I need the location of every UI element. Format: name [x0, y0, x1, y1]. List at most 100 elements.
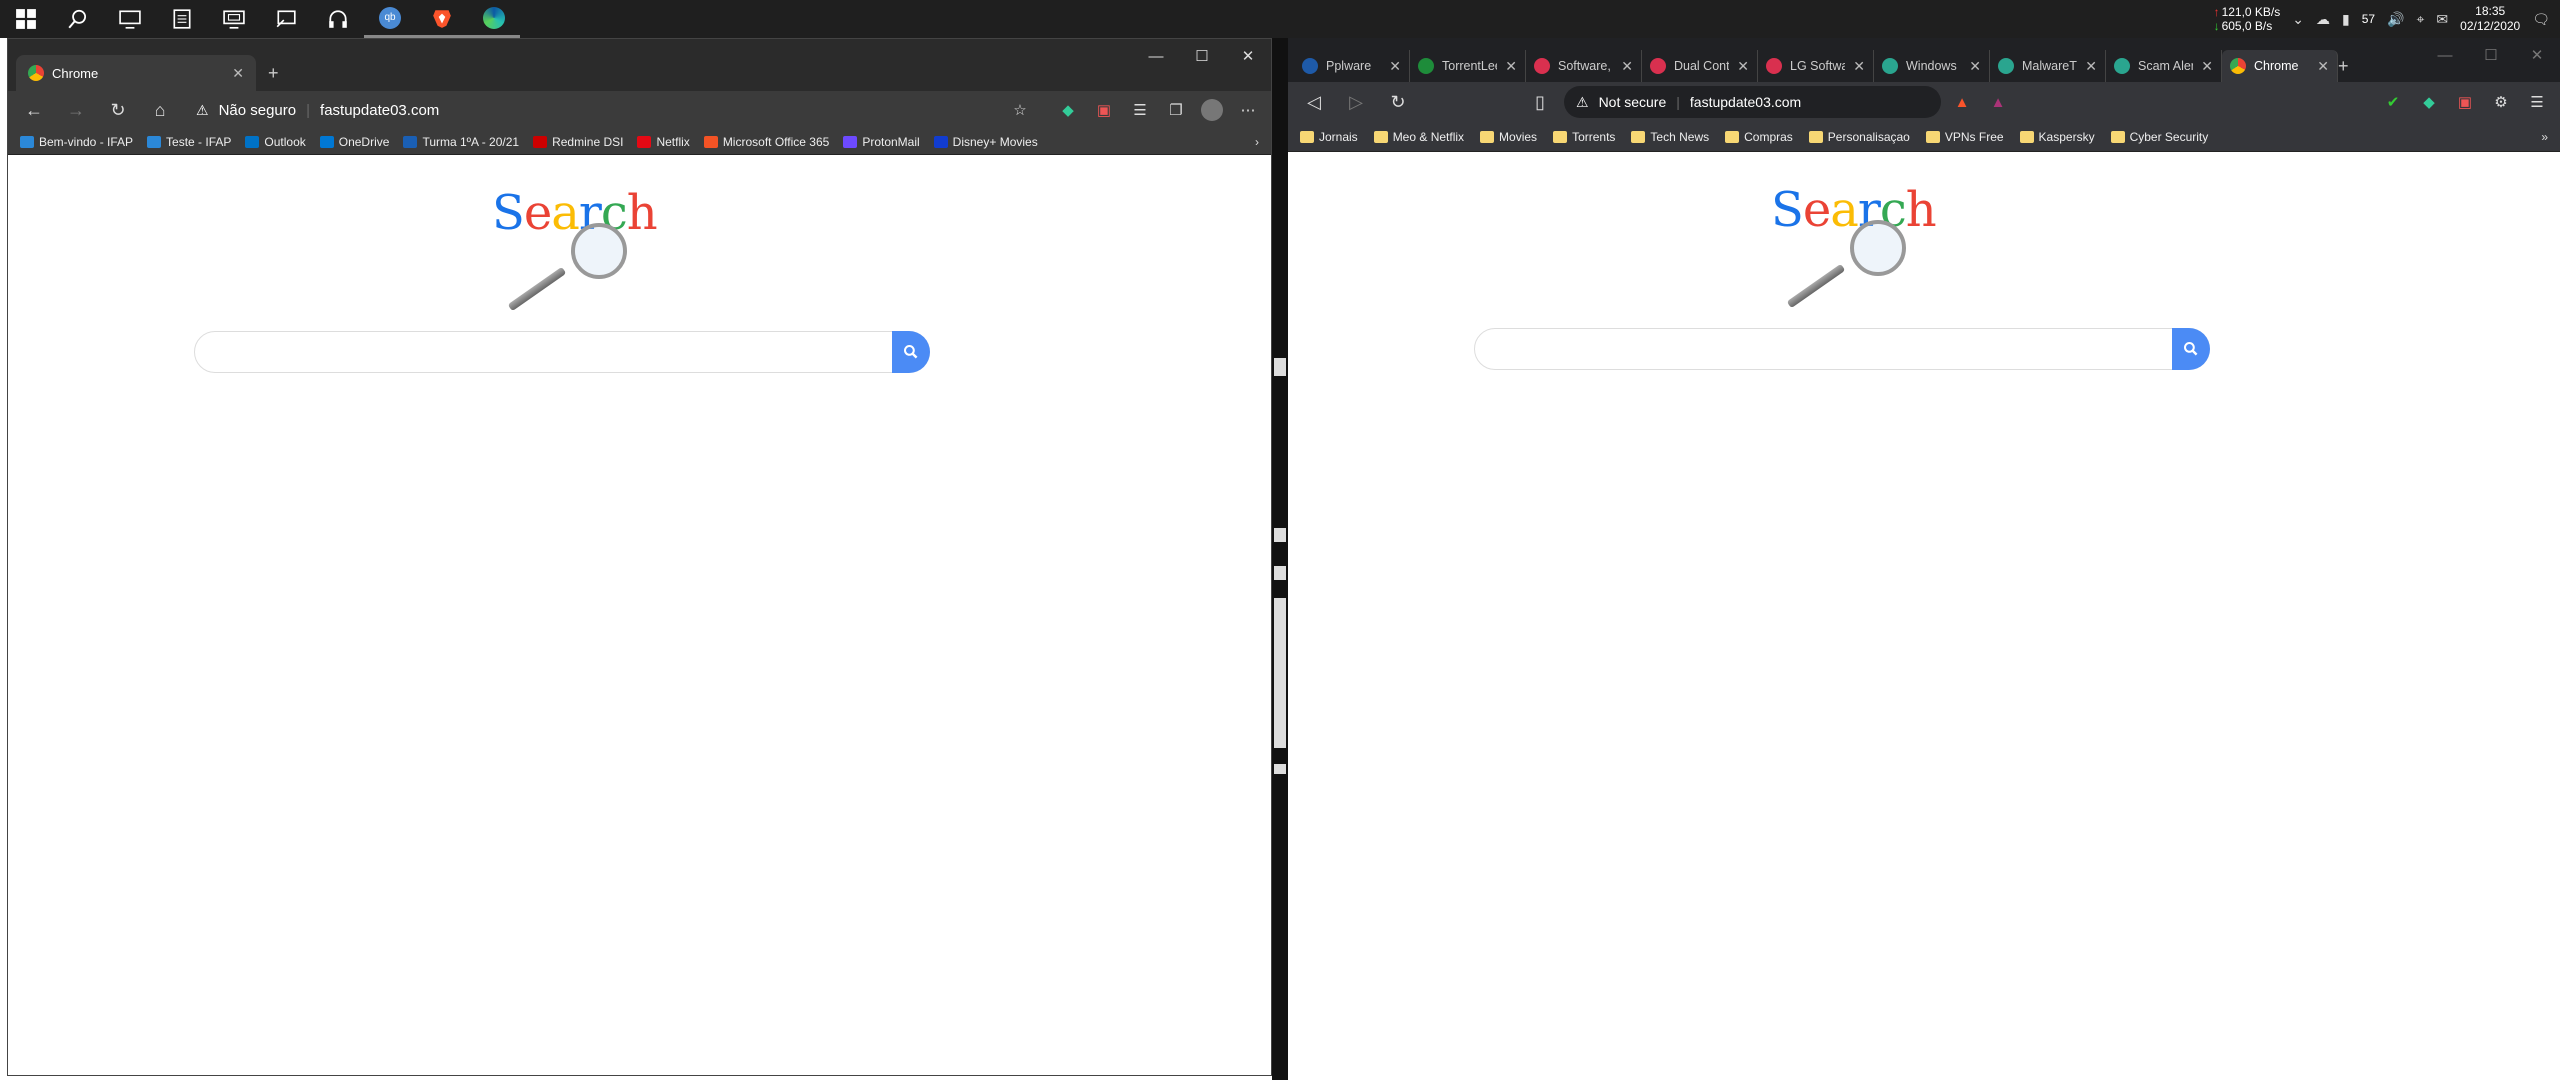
browser-tab[interactable]: TorrentLee ✕ — [1410, 50, 1526, 82]
favorite-item[interactable]: Outlook — [245, 135, 306, 149]
close-tab-icon[interactable]: ✕ — [1853, 58, 1865, 75]
browser-tab[interactable]: Windows 1 ✕ — [1874, 50, 1990, 82]
sync-screen-icon[interactable] — [260, 0, 312, 38]
address-bar[interactable]: ⚠ Não seguro | fastupdate03.com ☆ — [184, 94, 1047, 126]
browser-tab[interactable]: MalwareTip ✕ — [1990, 50, 2106, 82]
bookmark-folder[interactable]: Movies — [1480, 130, 1537, 144]
browser-tab[interactable]: LG Softwa ✕ — [1758, 50, 1874, 82]
brave-shield-icon[interactable]: ▲ — [1947, 87, 1977, 117]
minimize-icon[interactable]: — — [1133, 39, 1179, 73]
notifications-icon[interactable]: 🗨 — [2532, 11, 2550, 28]
bookmark-folder[interactable]: Kaspersky — [2019, 130, 2095, 144]
favorite-item[interactable]: ProtonMail — [843, 134, 920, 149]
favorite-item[interactable]: Netflix — [637, 135, 690, 149]
favorite-item[interactable]: Bem-vindo - IFAP — [20, 135, 133, 149]
browser-tab[interactable]: Pplware ✕ — [1294, 50, 1410, 82]
close-window-icon[interactable]: ✕ — [1225, 39, 1271, 73]
chevron-up-icon[interactable]: ⌄ — [2292, 11, 2304, 28]
new-tab-button[interactable]: + — [256, 55, 291, 91]
windows-start-icon[interactable] — [0, 0, 52, 38]
clock[interactable]: 18:35 02/12/2020 — [2460, 4, 2520, 34]
extension-grid-icon[interactable]: ▣ — [1089, 95, 1119, 125]
volume-icon[interactable]: 🔊 — [2387, 11, 2404, 28]
chevron-right-icon[interactable]: › — [1255, 135, 1259, 149]
magnifier-icon — [571, 223, 627, 279]
edge-browser-icon[interactable] — [468, 0, 520, 38]
back-icon[interactable]: ← — [16, 94, 52, 126]
close-window-icon[interactable]: ✕ — [2514, 38, 2560, 72]
language-icon[interactable]: ✉ — [2436, 11, 2448, 28]
onedrive-cloud-icon[interactable]: ☁ — [2316, 11, 2330, 28]
close-tab-icon[interactable]: ✕ — [1969, 58, 1981, 75]
favorite-item[interactable]: OneDrive — [319, 135, 389, 149]
bookmark-folder[interactable]: Tech News — [1631, 130, 1709, 144]
favorite-item[interactable]: Microsoft Office 365 — [703, 135, 829, 149]
search-button[interactable] — [892, 331, 930, 373]
bookmark-folder[interactable]: VPNs Free — [1925, 130, 2004, 144]
headphones-icon[interactable] — [312, 0, 364, 38]
search-icon[interactable] — [52, 0, 104, 38]
edge-tab-chrome[interactable]: Chrome ✕ — [16, 55, 256, 91]
browser-tab[interactable]: Software, P ✕ — [1526, 50, 1642, 82]
bookmark-folder[interactable]: Meo & Netflix — [1373, 130, 1464, 144]
favorite-item[interactable]: Redmine DSI — [533, 135, 623, 149]
browser-tab[interactable]: Dual Cont ✕ — [1642, 50, 1758, 82]
browser-tab[interactable]: Chrome ✕ — [2222, 50, 2338, 82]
chevron-right-icon[interactable]: » — [2541, 130, 2548, 144]
close-tab-icon[interactable]: ✕ — [2317, 58, 2329, 75]
browser-tab[interactable]: Scam Alert ✕ — [2106, 50, 2222, 82]
favorite-item[interactable]: Disney+ Movies — [933, 135, 1038, 149]
brave-rewards-icon[interactable]: ▲ — [1983, 87, 2013, 117]
favorite-item[interactable]: Teste - IFAP — [147, 135, 231, 149]
new-tab-button[interactable]: + — [2338, 50, 2362, 82]
bookmark-folder[interactable]: Cyber Security — [2110, 130, 2208, 144]
notepad-icon[interactable] — [156, 0, 208, 38]
forward-icon[interactable]: → — [58, 94, 94, 126]
profile-avatar-icon[interactable] — [1197, 95, 1227, 125]
search-input[interactable] — [1474, 328, 2210, 370]
close-tab-icon[interactable]: ✕ — [1737, 58, 1749, 75]
more-menu-icon[interactable]: ⋯ — [1233, 95, 1263, 125]
bookmark-folder[interactable]: Compras — [1725, 130, 1793, 144]
extensions-puzzle-icon[interactable]: ⚙ — [2486, 87, 2516, 117]
bookmark-folder[interactable]: Torrents — [1553, 130, 1615, 144]
extension-grid-icon[interactable]: ▣ — [2450, 87, 2480, 117]
brave-browser-icon[interactable] — [416, 0, 468, 38]
search-input[interactable] — [194, 331, 930, 373]
collections-icon[interactable]: ❐ — [1161, 95, 1191, 125]
qbittorrent-icon[interactable]: qb — [364, 0, 416, 38]
close-tab-icon[interactable]: ✕ — [1505, 58, 1517, 75]
maximize-icon[interactable]: ☐ — [1179, 39, 1225, 73]
close-tab-icon[interactable]: ✕ — [2201, 58, 2213, 75]
close-tab-icon[interactable]: ✕ — [2085, 58, 2097, 75]
extension-shield-icon[interactable]: ◆ — [2414, 87, 2444, 117]
search-button[interactable] — [2172, 328, 2210, 370]
check-shield-icon[interactable]: ✔ — [2378, 87, 2408, 117]
favorite-label: ProtonMail — [862, 134, 920, 149]
minimize-icon[interactable]: — — [2422, 38, 2468, 72]
close-tab-icon[interactable]: ✕ — [232, 65, 244, 82]
extension-shield-icon[interactable]: ◆ — [1053, 95, 1083, 125]
desktop-icon[interactable] — [104, 0, 156, 38]
remote-desktop-icon[interactable] — [208, 0, 260, 38]
bookmark-folder[interactable]: Jornais — [1300, 130, 1358, 144]
favorite-star-icon[interactable]: ☆ — [1005, 95, 1035, 125]
clock-date: 02/12/2020 — [2460, 19, 2521, 33]
favorite-item[interactable]: Turma 1ºA - 20/21 — [403, 135, 519, 149]
bookmark-icon[interactable]: ▯ — [1522, 86, 1558, 118]
refresh-icon[interactable]: ↻ — [1380, 86, 1416, 118]
window-controls: — ☐ ✕ — [1133, 39, 1271, 73]
home-icon[interactable]: ⌂ — [142, 94, 178, 126]
more-menu-icon[interactable]: ☰ — [2522, 87, 2552, 117]
maximize-icon[interactable]: ☐ — [2468, 38, 2514, 72]
favorites-icon[interactable]: ☰ — [1125, 95, 1155, 125]
refresh-icon[interactable]: ↻ — [100, 94, 136, 126]
close-tab-icon[interactable]: ✕ — [1389, 58, 1401, 75]
close-tab-icon[interactable]: ✕ — [1621, 58, 1633, 75]
address-bar[interactable]: ⚠ Not secure | fastupdate03.com — [1564, 86, 1941, 118]
forward-icon[interactable]: ▷ — [1338, 86, 1374, 118]
wifi-icon[interactable]: ⌖ — [2417, 11, 2425, 28]
bookmark-folder[interactable]: Personalisaçao — [1808, 130, 1910, 144]
battery-icon[interactable]: ▮ — [2342, 11, 2350, 28]
back-icon[interactable]: ◁ — [1296, 86, 1332, 118]
